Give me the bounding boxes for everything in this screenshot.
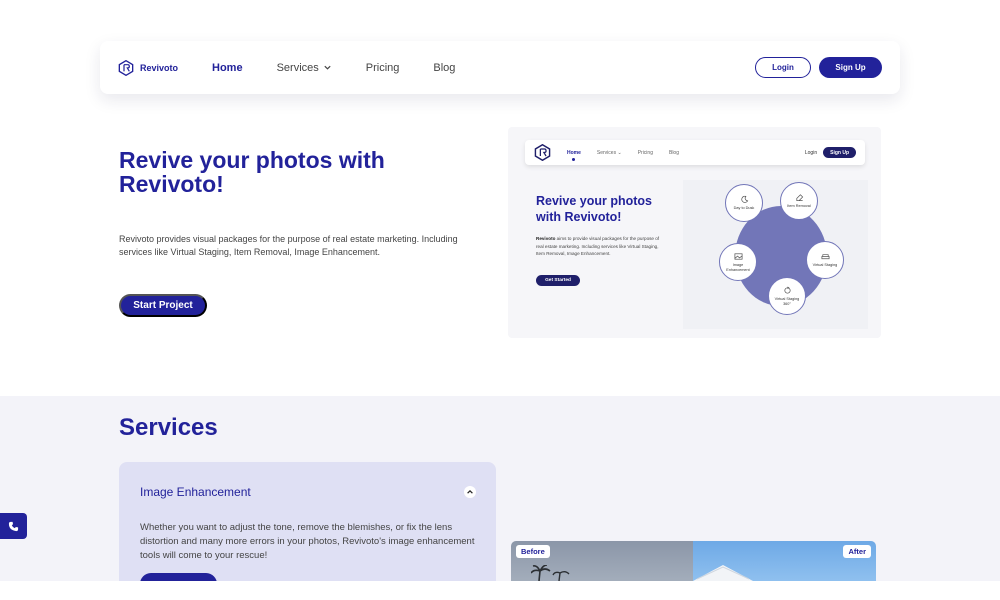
page: Revivoto Home Services Pricing Blog Logi… — [0, 0, 1000, 600]
nav-blog-link[interactable]: Blog — [433, 62, 455, 74]
chevron-down-icon — [324, 65, 331, 70]
after-label: After — [843, 545, 871, 558]
service-card-image-enhancement: Image Enhancement Whether you want to ad… — [119, 462, 496, 581]
eraser-icon — [795, 194, 803, 202]
preview-node-virtual-staging-360: Virtual Staging 360° — [768, 277, 806, 315]
preview-nav-services: Services ⌄ — [596, 149, 622, 156]
preview-desc-brand: Revivoto — [536, 236, 556, 241]
preview-node-label: Virtual Staging 360° — [774, 297, 800, 306]
preview-node-label: Day to Dusk — [733, 206, 755, 211]
moon-icon — [740, 196, 748, 204]
nav-services-link[interactable]: Services — [277, 62, 332, 74]
before-after-comparison[interactable]: Before After — [511, 541, 876, 581]
service-card-heading[interactable]: Image Enhancement — [140, 485, 251, 499]
start-project-button[interactable]: Start Project — [119, 294, 207, 317]
image-icon — [734, 253, 742, 260]
preview-title: Revive your photos with Revivoto! — [536, 194, 652, 224]
nav-home-link[interactable]: Home — [212, 62, 243, 74]
before-image: Before — [511, 541, 693, 581]
preview-navbar: Home Services ⌄ Pricing Blog Login Sign … — [525, 140, 865, 165]
service-card-description: Whether you want to adjust the tone, rem… — [140, 522, 475, 561]
hero-title: Revive your photos with Revivoto! — [119, 147, 385, 197]
hero-description: Revivoto provides visual packages for th… — [119, 234, 458, 257]
phone-icon — [8, 521, 19, 531]
main-nav: Home Services Pricing Blog — [212, 62, 489, 74]
service-card-button[interactable] — [140, 573, 217, 581]
revivoto-logo-icon — [118, 59, 134, 76]
phone-contact-button[interactable] — [0, 513, 27, 539]
preview-node-label: Virtual Staging — [812, 263, 838, 268]
before-label: Before — [516, 545, 550, 558]
nav-blog-label: Blog — [433, 61, 456, 74]
preview-nav-actions: Login Sign Up — [805, 147, 856, 158]
preview-node-image-enhancement: Image Enhancement — [719, 243, 757, 281]
logo[interactable]: Revivoto — [118, 59, 179, 76]
nav-pricing-link[interactable]: Pricing — [366, 62, 400, 74]
preview-login: Login — [804, 149, 818, 156]
nav-actions: Login Sign Up — [755, 57, 882, 78]
preview-nav-home: Home — [567, 149, 581, 161]
logo-text: Revivoto — [140, 62, 179, 73]
house-roof-icon — [693, 565, 753, 581]
signup-button[interactable]: Sign Up — [819, 57, 882, 78]
services-title: Services — [119, 414, 218, 441]
preview-nav-links: Home Services ⌄ Pricing Blog — [567, 149, 679, 161]
nav-pricing-label: Pricing — [365, 61, 400, 74]
rotate-icon — [783, 286, 791, 294]
preview-description: Revivoto aims to provide visual packages… — [536, 235, 661, 258]
collapse-toggle-button[interactable] — [464, 486, 476, 498]
preview-node-item-removal: Item Removal — [780, 182, 818, 220]
preview-node-label: Image Enhancement — [726, 263, 750, 272]
preview-nav-services-label: Services — [596, 149, 617, 156]
nav-home-label: Home — [212, 61, 243, 74]
preview-node-label: Item Removal — [787, 204, 811, 209]
preview-node-virtual-staging: Virtual Staging — [806, 241, 844, 279]
preview-nav-pricing: Pricing — [637, 149, 653, 156]
sofa-icon — [821, 254, 829, 260]
login-button[interactable]: Login — [755, 57, 811, 78]
preview-service-wheel: Day to Dusk Item Removal Virtual Staging… — [683, 180, 868, 329]
preview-nav-blog: Blog — [668, 149, 679, 156]
hero-preview-image: Home Services ⌄ Pricing Blog Login Sign … — [508, 127, 881, 338]
after-image: After — [693, 541, 876, 581]
navbar: Revivoto Home Services Pricing Blog Logi… — [100, 41, 900, 94]
preview-signup: Sign Up — [823, 147, 856, 158]
preview-logo-icon — [534, 144, 551, 161]
palm-tree-icon — [531, 565, 570, 581]
nav-services-label: Services — [276, 61, 319, 74]
preview-get-started: Get Started — [536, 275, 580, 286]
chevron-up-icon — [467, 489, 473, 494]
preview-desc-text: aims to provide visual packages for the … — [536, 236, 660, 256]
preview-node-day-to-dusk: Day to Dusk — [725, 184, 763, 222]
